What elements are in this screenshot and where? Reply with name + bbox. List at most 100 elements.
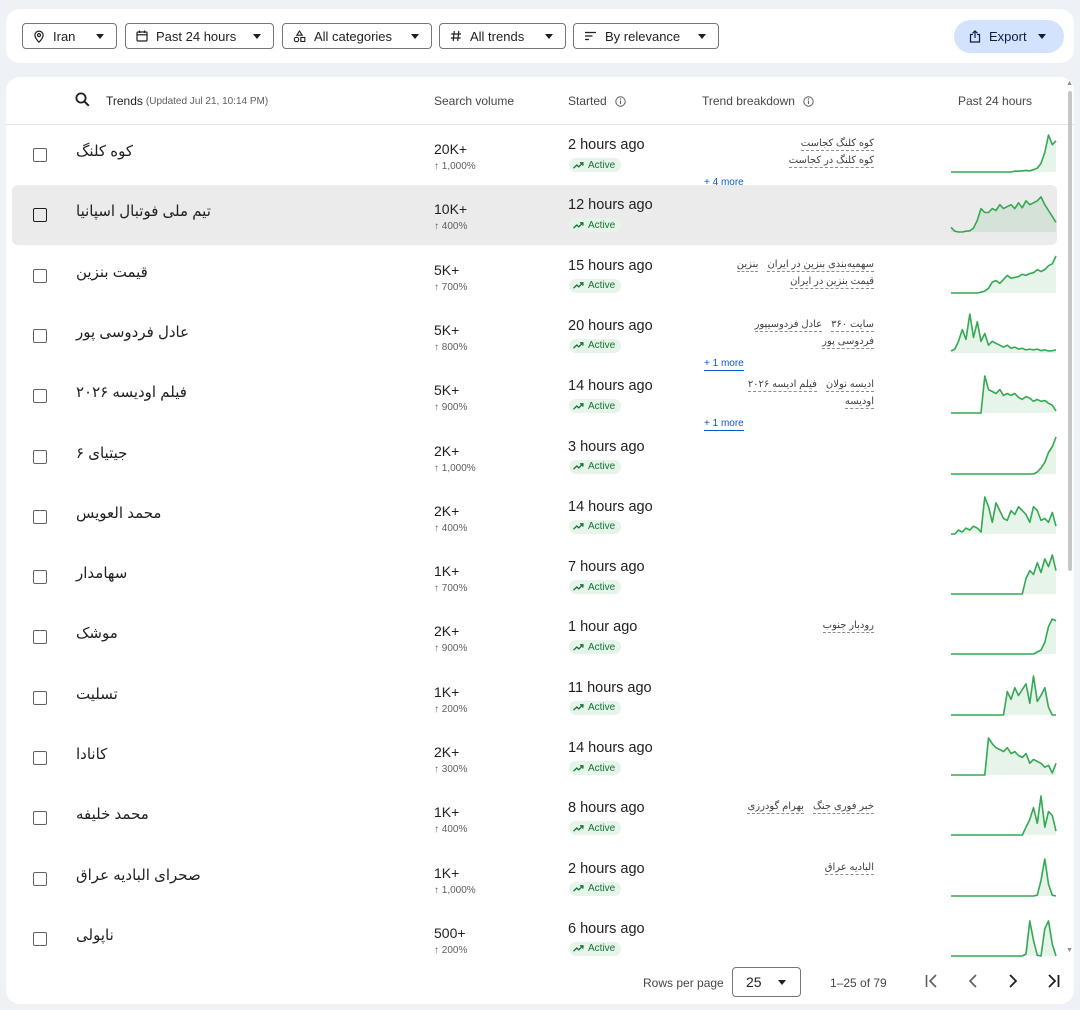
trend-breakdown: ادیسه نولان فیلم ادیسه ۲۰۲۶ اودیسه + 1 more [704, 379, 924, 432]
row-checkbox[interactable] [33, 811, 47, 826]
next-page-icon[interactable] [1004, 972, 1022, 990]
table-row[interactable]: تیم ملی فوتبال اسپانیا 10K+ ↑ 400% 12 hours… [12, 185, 1057, 246]
table-row[interactable]: صحرای البادیه عراق 1K+ ↑ 1,000% 2 hours ago… [12, 849, 1057, 909]
shapes-icon [293, 29, 306, 42]
volume-change: ↑ 200% [434, 944, 468, 956]
row-checkbox[interactable] [33, 389, 47, 404]
last-page-icon[interactable] [1044, 972, 1062, 990]
trend-term[interactable]: عادل فردوسی پور [76, 323, 189, 341]
search-volume: 1K+ [434, 804, 460, 821]
table-row[interactable]: موشک 2K+ ↑ 900% 1 hour ago Active رودبار جنوب [12, 607, 1057, 667]
breakdown-tag[interactable]: بهرام گودرزی [747, 801, 804, 815]
row-checkbox[interactable] [33, 208, 47, 223]
breakdown-tag[interactable]: رودبار جنوب [822, 620, 874, 634]
info-icon[interactable] [615, 95, 626, 107]
breakdown-tag[interactable]: قیمت بنزین در ایران [790, 276, 874, 289]
export-button[interactable]: Export [954, 20, 1064, 53]
volume-change: ↑ 900% [434, 643, 468, 655]
row-checkbox[interactable] [33, 630, 47, 645]
previous-page-icon[interactable] [964, 972, 982, 990]
started-column-header[interactable]: Started [568, 94, 626, 108]
status-text: Active [588, 219, 616, 231]
breakdown-tag[interactable]: اودیسه [844, 396, 874, 410]
table-row[interactable]: تسلیت 1K+ ↑ 200% 11 hours ago Active [12, 668, 1057, 728]
breakdown-tag[interactable]: فیلم ادیسه ۲۰۲۶ [747, 379, 817, 393]
started-time: 14 hours ago [568, 498, 653, 515]
trend-term[interactable]: تیم ملی فوتبال اسپانیا [76, 202, 211, 220]
chevron-down-icon [96, 34, 104, 39]
trending-up-icon [573, 824, 584, 832]
rows-per-page-value: 25 [746, 974, 762, 990]
scroll-up-arrow[interactable]: ▲ [1066, 80, 1073, 87]
breakdown-tag[interactable]: کوه کلنگ کجاست [800, 138, 874, 151]
breakdown-tag[interactable]: فردوسی پور [822, 336, 874, 349]
table-row[interactable]: محمد العویس 2K+ ↑ 400% 14 hours ago Active [12, 487, 1057, 547]
status-text: Active [588, 280, 616, 292]
breakdown-tag[interactable]: بنزین [736, 259, 759, 272]
trend-term[interactable]: سهامدار [76, 564, 127, 582]
scroll-down-arrow[interactable]: ▼ [1066, 947, 1073, 954]
row-checkbox[interactable] [33, 449, 47, 464]
row-checkbox[interactable] [33, 509, 47, 524]
row-checkbox[interactable] [33, 931, 47, 946]
trend-term[interactable]: فیلم اودیسه ۲۰۲۶ [76, 383, 187, 401]
breakdown-tag[interactable]: سایت ۳۶۰ [831, 319, 874, 332]
breakdown-tag[interactable]: کوه کلنگ در کجاست [788, 155, 874, 168]
trend-term[interactable]: موشک [76, 624, 118, 642]
table-row[interactable]: جیتیای ۶ 2K+ ↑ 1,000% 3 hours ago Active [12, 427, 1057, 487]
row-checkbox[interactable] [33, 871, 47, 886]
sparkline-chart [951, 737, 1057, 776]
table-row[interactable]: سهامدار 1K+ ↑ 700% 7 hours ago Active [12, 547, 1057, 607]
table-row[interactable]: قیمت بنزین 5K+ ↑ 700% 15 hours ago Active سهم… [12, 246, 1057, 306]
category-filter-chip[interactable]: All categories [282, 23, 432, 49]
table-row[interactable]: عادل فردوسی پور 5K+ ↑ 800% 20 hours ago Acti… [12, 306, 1057, 371]
row-checkbox[interactable] [33, 268, 47, 283]
time-filter-chip[interactable]: Past 24 hours [125, 23, 274, 49]
status-text: Active [588, 461, 616, 472]
trend-term[interactable]: کانادا [76, 745, 107, 763]
row-checkbox[interactable] [33, 751, 47, 765]
trending-up-icon [573, 342, 584, 350]
breakdown-tag[interactable]: البادیه عراق [824, 862, 874, 875]
row-checkbox[interactable] [33, 328, 47, 343]
started-time: 1 hour ago [568, 619, 638, 636]
trend-type-filter-chip[interactable]: All trends [439, 23, 566, 49]
trend-term[interactable]: تسلیت [76, 685, 118, 703]
info-icon[interactable] [803, 95, 814, 107]
trend-term[interactable]: ناپولی [76, 926, 114, 944]
breakdown-tag[interactable]: ادیسه نولان [825, 379, 874, 393]
geo-filter-chip[interactable]: Iran [22, 23, 117, 49]
trend-term[interactable]: محمد خلیفه [76, 805, 149, 823]
table-row[interactable]: ناپولی 500+ ↑ 200% 6 hours ago Active [12, 909, 1057, 969]
first-page-icon[interactable] [923, 972, 941, 990]
trend-breakdown: البادیه عراق [704, 862, 924, 879]
table-row[interactable]: فیلم اودیسه ۲۰۲۶ 5K+ ↑ 900% 14 hours ago Act… [12, 366, 1057, 432]
search-volume: 5K+ [434, 261, 460, 278]
search-button[interactable] [75, 92, 90, 107]
breakdown-tag[interactable]: خبر فوری جنگ [812, 801, 874, 815]
trend-term[interactable]: جیتیای ۶ [76, 444, 127, 462]
sort-filter-chip[interactable]: By relevance [573, 23, 719, 49]
row-checkbox[interactable] [33, 148, 47, 162]
trend-term[interactable]: کوه کلنگ [76, 142, 133, 160]
trend-term[interactable]: صحرای البادیه عراق [76, 866, 201, 884]
sparkline-chart [951, 554, 1057, 595]
breakdown-tag[interactable]: سهمیه‌بندی بنزین در ایران [767, 259, 874, 272]
sparkline-chart [951, 674, 1056, 716]
trend-breakdown-header-label: Trend breakdown [702, 94, 795, 108]
row-checkbox[interactable] [33, 570, 47, 585]
trend-term[interactable]: محمد العویس [76, 504, 161, 522]
row-checkbox[interactable] [33, 690, 47, 705]
vertical-scrollbar[interactable] [1068, 91, 1072, 571]
breakdown-tag[interactable]: عادل فردوسیپور [754, 319, 823, 332]
search-volume-column-header[interactable]: Search volume [434, 94, 514, 108]
trending-up-icon [573, 221, 584, 229]
table-row[interactable]: کانادا 2K+ ↑ 300% 14 hours ago Active [12, 728, 1057, 788]
sparkline-chart [951, 255, 1057, 294]
sparkline-chart [950, 196, 1057, 234]
table-row[interactable]: کوه کلنگ 20K+ ↑ 1,000% 2 hours ago Active کوه… [12, 125, 1057, 190]
trend-breakdown: خبر فوری جنگ بهرام گودرزی [704, 801, 924, 818]
table-row[interactable]: محمد خلیفه 1K+ ↑ 400% 8 hours ago Active خبر … [12, 788, 1057, 848]
rows-per-page-select[interactable]: 25 [732, 967, 801, 997]
trend-term[interactable]: قیمت بنزین [76, 263, 148, 281]
